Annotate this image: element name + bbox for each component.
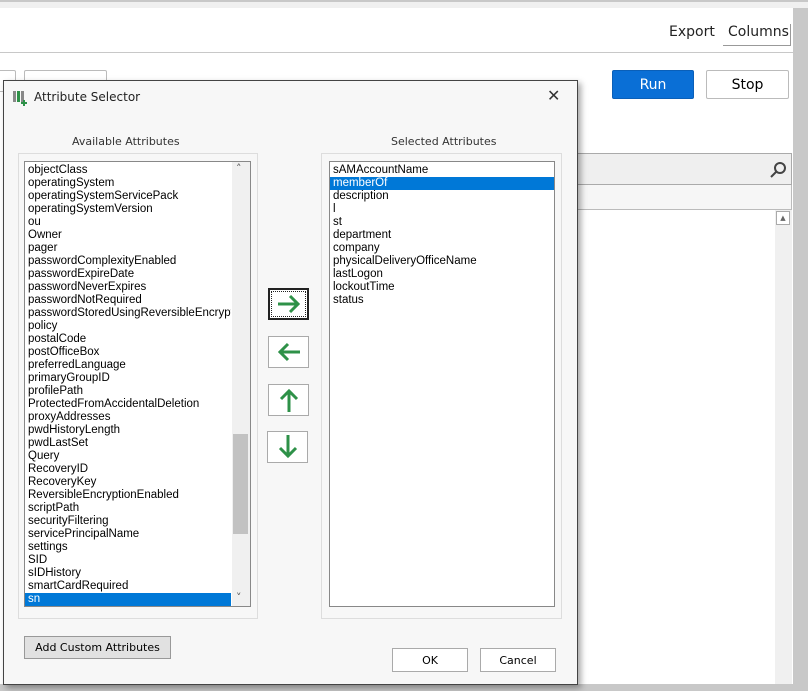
arrow-up-icon [279,388,298,412]
list-item[interactable]: operatingSystemVersion [25,203,231,216]
list-item[interactable]: postalCode [25,333,231,346]
list-item[interactable]: passwordComplexityEnabled [25,255,231,268]
list-item[interactable]: memberOf [330,177,554,190]
list-item[interactable]: profilePath [25,385,231,398]
available-scrollbar[interactable]: ˄ ˅ [232,162,250,606]
list-item[interactable]: preferredLanguage [25,359,231,372]
close-icon[interactable]: ✕ [547,86,560,105]
search-bar[interactable] [555,153,792,185]
list-item[interactable]: policy [25,320,231,333]
list-item[interactable]: primaryGroupID [25,372,231,385]
list-item[interactable]: servicePrincipalName [25,528,231,541]
list-item[interactable]: department [330,229,554,242]
arrow-down-icon [278,435,297,459]
scrollbar-thumb[interactable] [233,434,248,534]
list-item[interactable]: pwdLastSet [25,437,231,450]
cancel-button[interactable]: Cancel [480,648,556,672]
header-divider [0,52,793,53]
add-attribute-button[interactable] [268,288,309,320]
selected-attributes-list[interactable]: sAMAccountName memberOf description l st depa… [329,161,555,607]
remove-attribute-button[interactable] [268,336,309,368]
window-top-strip [0,0,808,8]
scroll-down-icon[interactable]: ˅ [236,591,242,604]
list-item[interactable]: passwordStoredUsingReversibleEncryption [25,307,231,320]
list-item[interactable]: status [330,294,554,307]
list-item[interactable]: proxyAddresses [25,411,231,424]
stop-button[interactable]: Stop [706,70,789,99]
list-item[interactable]: RecoveryID [25,463,231,476]
available-attributes-label: Available Attributes [72,135,180,148]
arrow-left-icon [277,342,300,362]
export-button[interactable]: Export [669,24,715,40]
results-scrollbar[interactable]: ▲ [775,210,792,684]
arrow-right-icon [277,294,300,314]
scroll-up-icon[interactable]: ˄ [236,162,242,175]
selected-attributes-label: Selected Attributes [391,135,497,148]
list-item[interactable]: settings [25,541,231,554]
attribute-selector-dialog: Attribute Selector ✕ Available Attribute… [3,80,578,685]
list-item[interactable]: Query [25,450,231,463]
list-item[interactable]: passwordExpireDate [25,268,231,281]
list-item[interactable]: description [330,190,554,203]
list-item[interactable]: passwordNotRequired [25,294,231,307]
list-item[interactable]: operatingSystemServicePack [25,190,231,203]
add-custom-attributes-button[interactable]: Add Custom Attributes [24,636,171,659]
list-item[interactable]: ReversibleEncryptionEnabled [25,489,231,502]
attribute-selector-icon [13,91,27,106]
run-button[interactable]: Run [612,70,694,99]
list-item[interactable]: operatingSystem [25,177,231,190]
list-item[interactable]: l [330,203,554,216]
list-item[interactable]: sn [25,593,231,606]
list-item[interactable]: lastLogon [330,268,554,281]
list-item[interactable]: ProtectedFromAccidentalDeletion [25,398,231,411]
list-item[interactable]: RecoveryKey [25,476,231,489]
list-item[interactable]: passwordNeverExpires [25,281,231,294]
list-item[interactable]: sIDHistory [25,567,231,580]
move-up-button[interactable] [268,384,309,416]
list-item[interactable]: smartCardRequired [25,580,231,593]
list-item[interactable]: Owner [25,229,231,242]
list-item[interactable]: SID [25,554,231,567]
dialog-title: Attribute Selector [34,90,141,104]
list-item[interactable]: objectClass [25,164,231,177]
ok-button[interactable]: OK [392,648,468,672]
list-item[interactable]: company [330,242,554,255]
list-item[interactable]: sAMAccountName [330,164,554,177]
list-item[interactable]: scriptPath [25,502,231,515]
list-item[interactable]: physicalDeliveryOfficeName [330,255,554,268]
scroll-up-icon[interactable]: ▲ [776,211,790,225]
column-header-row [555,185,792,210]
list-item[interactable]: lockoutTime [330,281,554,294]
list-item[interactable]: st [330,216,554,229]
search-icon[interactable] [769,161,787,179]
move-down-button[interactable] [267,431,308,463]
available-attributes-list[interactable]: objectClass operatingSystem operatingSyste… [24,161,251,607]
columns-button[interactable]: Columns [723,24,791,46]
list-item[interactable]: pager [25,242,231,255]
list-item[interactable]: securityFiltering [25,515,231,528]
list-item[interactable]: postOfficeBox [25,346,231,359]
list-item[interactable]: ou [25,216,231,229]
list-item[interactable]: pwdHistoryLength [25,424,231,437]
